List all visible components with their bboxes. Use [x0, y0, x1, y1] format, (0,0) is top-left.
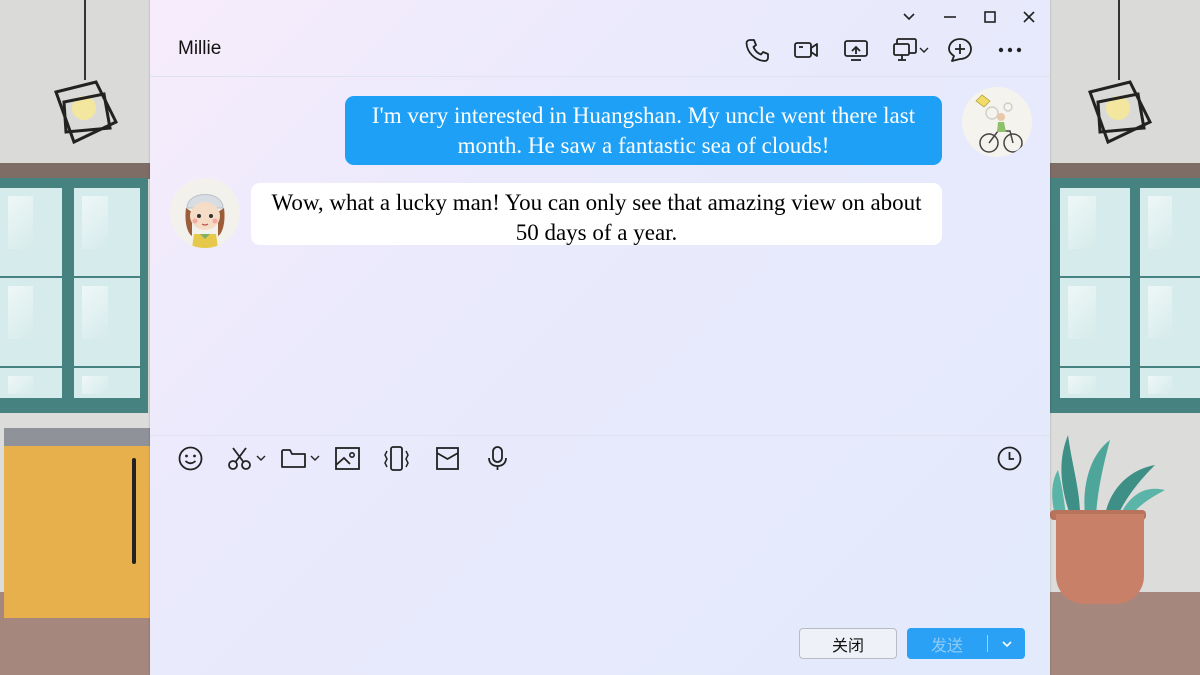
emoji-icon [178, 446, 203, 470]
my-avatar[interactable] [962, 87, 1032, 157]
send-options-button[interactable] [988, 638, 1025, 650]
more-icon [998, 47, 1022, 53]
send-button-label: 发送 [930, 637, 963, 655]
send-button[interactable]: 发送 [907, 628, 1025, 659]
contact-avatar[interactable] [170, 178, 240, 248]
minimize-icon [944, 16, 956, 18]
image-button[interactable] [334, 444, 361, 472]
phone-icon [745, 39, 769, 62]
folder-icon [281, 448, 306, 468]
message-input[interactable] [170, 482, 1030, 612]
pendant-lamp-left-icon [54, 80, 119, 145]
cabinet [4, 446, 154, 618]
screen-share-icon [844, 40, 868, 61]
emoji-button[interactable] [177, 444, 204, 472]
image-icon [335, 446, 360, 470]
close-icon [1023, 11, 1035, 23]
pendant-lamp-right-icon [1088, 80, 1153, 145]
maximize-icon [984, 11, 996, 23]
red-packet-icon [436, 446, 459, 470]
remote-desktop-button[interactable] [892, 36, 936, 64]
contact-name: Millie [178, 38, 222, 59]
chevron-down-icon [903, 13, 915, 21]
composer-divider [150, 435, 1050, 436]
minimize-button[interactable] [939, 6, 961, 28]
lamp-wire-left [84, 0, 86, 80]
close-window-button[interactable] [1018, 6, 1040, 28]
right-window [1050, 178, 1200, 413]
video-call-button[interactable] [792, 36, 820, 64]
header-divider [150, 76, 1050, 77]
history-icon [997, 446, 1022, 470]
plant-icon [1052, 435, 1165, 515]
screenshot-button[interactable] [226, 444, 266, 472]
lamp-wire-right [1118, 0, 1120, 80]
message-bubble-received[interactable]: Wow, what a lucky man! You can only see … [251, 183, 942, 245]
red-packet-button[interactable] [434, 444, 461, 472]
plant-pot [1056, 514, 1144, 604]
shake-button[interactable] [383, 444, 410, 472]
file-button[interactable] [280, 444, 320, 472]
remote-desktop-icon [893, 38, 917, 61]
chevron-down-icon [1001, 640, 1012, 647]
girl-avatar-icon [170, 178, 240, 248]
chevron-down-icon [919, 47, 929, 53]
dropdown-window-button[interactable] [898, 6, 920, 28]
chevron-down-icon [256, 455, 266, 461]
add-chat-icon [948, 38, 972, 62]
message-bubble-sent[interactable]: I'm very interested in Huangshan. My unc… [345, 96, 942, 165]
counter-top [4, 428, 154, 446]
left-window [0, 178, 148, 413]
screen-share-button[interactable] [842, 36, 870, 64]
maximize-button[interactable] [979, 6, 1001, 28]
cyclist-avatar-icon [962, 87, 1032, 157]
shake-icon [384, 445, 409, 471]
add-chat-button[interactable] [946, 36, 974, 64]
more-options-button[interactable] [996, 36, 1024, 64]
scissors-icon [228, 446, 251, 470]
chat-window: Millie I'm very interested in Huangshan.… [150, 0, 1050, 675]
chevron-down-icon [310, 455, 320, 461]
voice-message-button[interactable] [484, 444, 511, 472]
voice-call-button[interactable] [743, 36, 771, 64]
microphone-icon [488, 445, 507, 470]
close-button[interactable]: 关闭 [799, 628, 897, 659]
chat-history-button[interactable] [996, 444, 1023, 472]
video-call-icon [794, 42, 818, 58]
